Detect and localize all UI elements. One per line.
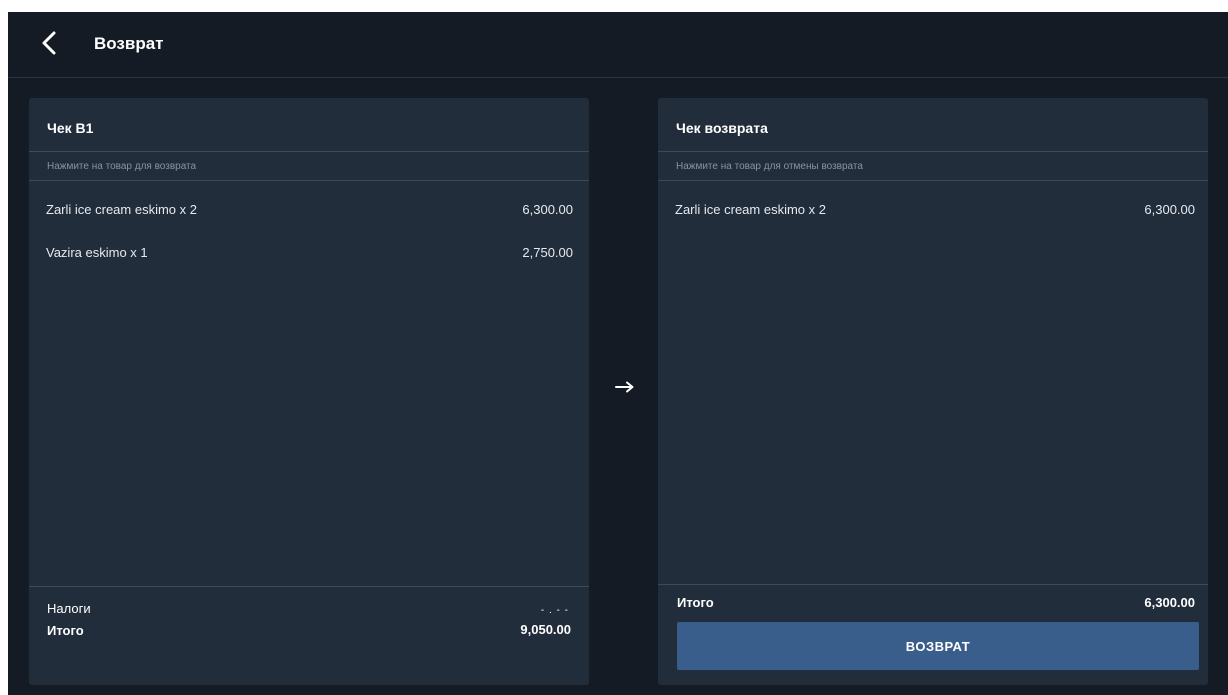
- item-name: Zarli ice cream eskimo x 2: [675, 202, 826, 217]
- total-value: 6,300.00: [1144, 595, 1195, 610]
- return-receipt-panel: Чек возврата Нажмите на товар для отмены…: [658, 98, 1208, 685]
- total-label: Итого: [677, 595, 714, 610]
- receipt-item[interactable]: Vazira eskimo x 1 2,750.00: [29, 241, 589, 267]
- divider: [29, 151, 589, 152]
- return-receipt-hint: Нажмите на товар для отмены возврата: [676, 161, 863, 172]
- arrow-right-icon: [615, 381, 634, 393]
- receipt-title: Чек B1: [47, 120, 94, 136]
- item-price: 6,300.00: [1144, 202, 1195, 217]
- divider: [658, 584, 1208, 585]
- receipt-panel: Чек B1 Нажмите на товар для возврата Zar…: [29, 98, 589, 685]
- divider: [658, 151, 1208, 152]
- total-label: Итого: [47, 623, 84, 638]
- return-button[interactable]: ВОЗВРАТ: [677, 622, 1199, 670]
- divider: [29, 180, 589, 181]
- page-title: Возврат: [94, 34, 164, 53]
- taxes-value: - . - -: [540, 605, 569, 616]
- receipt-hint: Нажмите на товар для возврата: [47, 161, 197, 172]
- taxes-label: Налоги: [47, 601, 91, 616]
- total-value: 9,050.00: [520, 622, 571, 637]
- return-screen: Возврат Чек B1 Нажмите на товар для возв…: [8, 12, 1228, 695]
- item-name: Zarli ice cream eskimo x 2: [46, 202, 197, 217]
- item-price: 6,300.00: [522, 202, 573, 217]
- header: Возврат: [8, 12, 1228, 78]
- return-item[interactable]: Zarli ice cream eskimo x 2 6,300.00: [658, 198, 1208, 224]
- back-button[interactable]: [34, 27, 66, 59]
- item-name: Vazira eskimo x 1: [46, 245, 148, 260]
- divider: [29, 586, 589, 587]
- item-price: 2,750.00: [522, 245, 573, 260]
- return-receipt-title: Чек возврата: [676, 120, 768, 136]
- chevron-left-icon: [42, 31, 56, 55]
- divider: [658, 180, 1208, 181]
- receipt-item[interactable]: Zarli ice cream eskimo x 2 6,300.00: [29, 198, 589, 224]
